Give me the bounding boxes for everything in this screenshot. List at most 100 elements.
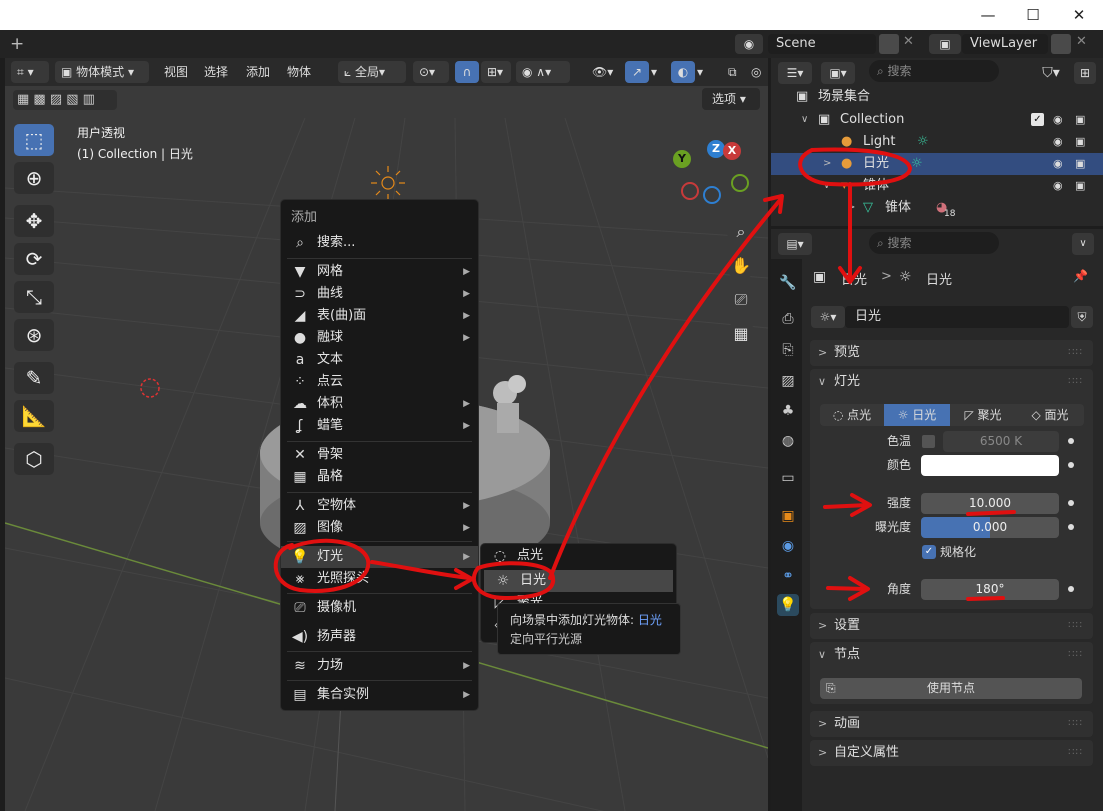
eye-icon[interactable]: ◉: [1053, 175, 1063, 197]
snap-icon[interactable]: ∩: [455, 61, 479, 83]
menu-item-light[interactable]: 💡 灯光 ▶: [281, 546, 478, 568]
keyframe-dot-icon[interactable]: [1068, 462, 1074, 468]
panel-nodes-header[interactable]: ∨ 节点 ∷∷: [810, 642, 1093, 668]
menu-item-lattice[interactable]: ▦ 晶格: [281, 466, 478, 488]
visibility-icon[interactable]: 👁▾: [586, 61, 622, 83]
transform-orientation[interactable]: ⟀ 全局▾: [338, 61, 406, 83]
select-mode-icons[interactable]: ▦ ▩ ▨ ▧ ▥: [13, 90, 117, 110]
options-dropdown-icon[interactable]: ∨: [1072, 233, 1094, 255]
tab-output-icon[interactable]: ⎘: [777, 339, 799, 361]
grip-icon[interactable]: ∷∷: [1068, 613, 1083, 639]
proportional-edit-icon[interactable]: ◉ ∧▾: [516, 61, 570, 83]
properties-editor-icon[interactable]: ▤▾: [778, 233, 812, 255]
exposure-field[interactable]: 0.000: [921, 517, 1059, 538]
scene-selector[interactable]: Scene: [768, 34, 876, 54]
keyframe-dot-icon[interactable]: [1068, 524, 1074, 530]
editor-type-icon[interactable]: ⌗ ▾: [11, 61, 49, 83]
new-collection-icon[interactable]: ⊞: [1074, 62, 1096, 84]
gizmo-neg-y[interactable]: [731, 174, 749, 192]
new-scene-icon[interactable]: [879, 34, 899, 54]
submenu-item-sun[interactable]: ☼ 日光: [484, 570, 673, 592]
normalize-checkbox[interactable]: ✓: [922, 545, 936, 559]
view-layer-selector[interactable]: ViewLayer: [962, 34, 1048, 54]
grip-icon[interactable]: ∷∷: [1068, 340, 1083, 366]
grip-icon[interactable]: ∷∷: [1068, 740, 1083, 766]
menu-item-empty[interactable]: ⅄ 空物体 ▶: [281, 495, 478, 517]
tab-collection-icon[interactable]: ▭: [777, 467, 799, 489]
eye-icon[interactable]: ◉: [1053, 131, 1063, 153]
panel-light-header[interactable]: ∨ 灯光 ∷∷: [810, 369, 1093, 395]
camera-render-icon[interactable]: ▣: [1075, 175, 1085, 197]
datablock-name-field[interactable]: 日光: [845, 306, 1069, 328]
camera-render-icon[interactable]: ▣: [1075, 109, 1085, 131]
menu-item-surface[interactable]: ◢ 表(曲)面 ▶: [281, 305, 478, 327]
keyframe-dot-icon[interactable]: [1068, 500, 1074, 506]
shading-wire-icon[interactable]: ◎: [745, 61, 767, 83]
menu-select[interactable]: 选择: [198, 61, 234, 83]
gizmo-dropdown-icon[interactable]: ▾: [651, 61, 665, 83]
menu-view[interactable]: 视图: [158, 61, 194, 83]
cursor-tool[interactable]: ⊕: [14, 162, 54, 194]
properties-search-input[interactable]: ⌕ 搜索: [869, 232, 999, 254]
collapse-arrow-icon[interactable]: ∨: [823, 175, 830, 197]
expand-arrow-icon[interactable]: >: [823, 153, 831, 175]
menu-item-mesh[interactable]: ▼ 网格 ▶: [281, 261, 478, 283]
gizmo-y-axis[interactable]: Y: [673, 150, 691, 168]
gizmo-icon[interactable]: ↗: [625, 61, 649, 83]
pan-hand-icon[interactable]: ✋: [727, 252, 755, 280]
mode-selector[interactable]: ▣ 物体模式 ▾: [55, 61, 149, 83]
submenu-item-point[interactable]: ◌ 点光: [481, 545, 678, 567]
close-button[interactable]: ✕: [1068, 4, 1090, 26]
add-workspace-button[interactable]: +: [10, 34, 24, 54]
menu-item-speaker[interactable]: ◀) 扬声器: [281, 626, 478, 648]
eye-icon[interactable]: ◉: [1053, 109, 1063, 131]
gizmo-neg-x[interactable]: [681, 182, 699, 200]
menu-item-force-field[interactable]: ≋ 力场 ▶: [281, 655, 478, 677]
tab-light-data-icon[interactable]: 💡: [777, 594, 799, 616]
outliner-row-cone-mesh[interactable]: > ▽ 锥体 ◕ 18: [771, 197, 1103, 219]
datablock-type-icon[interactable]: ☼▾: [811, 306, 845, 328]
temperature-field[interactable]: 6500 K: [943, 431, 1059, 452]
menu-item-pointcloud[interactable]: ⁘ 点云: [281, 371, 478, 393]
menu-item-light-probe[interactable]: ⨳ 光照探头: [281, 568, 478, 590]
tab-constraints-icon[interactable]: ⚭: [777, 565, 799, 587]
gizmo-x-axis[interactable]: X: [723, 142, 741, 160]
collapse-arrow-icon[interactable]: ∨: [801, 109, 808, 131]
light-type-area[interactable]: ◇ 面光: [1016, 404, 1084, 426]
xray-icon[interactable]: ⧉: [722, 61, 744, 83]
tab-object-icon[interactable]: ▣: [777, 505, 799, 527]
measure-tool[interactable]: 📐: [14, 400, 54, 432]
snap-target-icon[interactable]: ⊞▾: [481, 61, 511, 83]
overlay-icon[interactable]: ◐: [671, 61, 695, 83]
tab-physics-icon[interactable]: ◉: [777, 535, 799, 557]
tab-world-icon[interactable]: ◍: [777, 430, 799, 452]
panel-custom-properties-header[interactable]: > 自定义属性 ∷∷: [810, 740, 1093, 766]
menu-item-armature[interactable]: ✕ 骨架: [281, 444, 478, 466]
keyframe-dot-icon[interactable]: [1068, 438, 1074, 444]
menu-item-collection-instance[interactable]: ▤ 集合实例 ▶: [281, 684, 478, 706]
menu-item-volume[interactable]: ☁ 体积 ▶: [281, 393, 478, 415]
pivot-icon[interactable]: ⊙▾: [413, 61, 449, 83]
transform-tool[interactable]: ⊛: [14, 319, 54, 351]
color-swatch[interactable]: [921, 455, 1059, 476]
perspective-grid-icon[interactable]: ▦: [727, 320, 755, 348]
menu-item-text[interactable]: a 文本: [281, 349, 478, 371]
menu-item-grease-pencil[interactable]: ʆ 蜡笔 ▶: [281, 415, 478, 437]
minimize-button[interactable]: —: [977, 4, 999, 26]
scene-icon[interactable]: ◉: [735, 34, 763, 54]
outliner-row-light[interactable]: ● Light ☼ ◉ ▣: [771, 131, 1103, 153]
temperature-checkbox[interactable]: [922, 435, 935, 448]
panel-preview-header[interactable]: > 预览 ∷∷: [810, 340, 1093, 366]
exclude-checkbox[interactable]: ✓: [1031, 113, 1044, 126]
light-type-point[interactable]: ◌ 点光: [820, 404, 884, 426]
light-type-sun[interactable]: ☼ 日光: [884, 404, 950, 426]
overlay-dropdown-icon[interactable]: ▾: [697, 61, 711, 83]
eye-icon[interactable]: ◉: [1053, 153, 1063, 175]
scale-tool[interactable]: ⤡: [14, 281, 54, 313]
move-tool[interactable]: ✥: [14, 205, 54, 237]
options-dropdown[interactable]: 选项 ▾: [702, 88, 760, 110]
menu-add[interactable]: 添加: [240, 61, 276, 83]
gizmo-neg-z[interactable]: [703, 186, 721, 204]
rotate-tool[interactable]: ⟳: [14, 243, 54, 275]
light-type-spot[interactable]: ◸ 聚光: [950, 404, 1016, 426]
